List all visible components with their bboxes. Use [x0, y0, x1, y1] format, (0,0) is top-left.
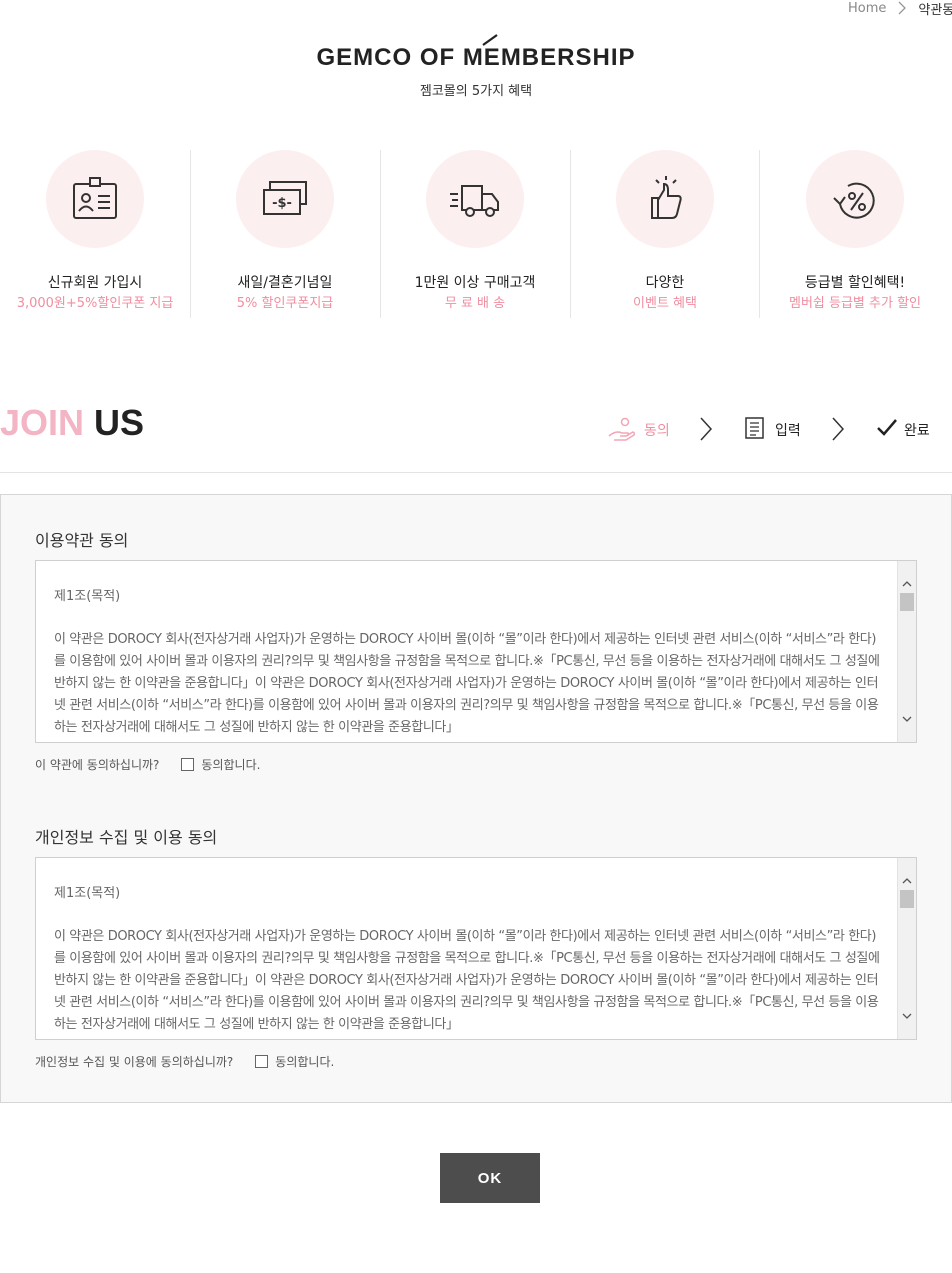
- divider: [0, 472, 952, 473]
- privacy-body-text: 이 약관은 DOROCY 회사(전자상거래 사업자)가 운영하는 DOROCY …: [54, 929, 880, 1032]
- svg-text:-$-: -$-: [272, 196, 292, 211]
- privacy-section-title: 개인정보 수집 및 이용 동의: [35, 828, 218, 847]
- benefit-icon-circle: [616, 150, 714, 248]
- agreement-panel: 이용약관 동의 제1조(목적) 이 약관은 DOROCY 회사(전자상거래 사업…: [0, 494, 952, 1103]
- chevron-right-icon: [700, 417, 713, 441]
- benefit-title: 새일/결혼기념일: [237, 275, 333, 291]
- benefit-title: 신규회원 가입시: [47, 275, 143, 291]
- breadcrumb: Home 약관동의: [848, 0, 952, 18]
- id-card-icon: [73, 177, 117, 219]
- chevron-down-icon[interactable]: [902, 1011, 912, 1021]
- terms-agree-checkbox[interactable]: [181, 757, 195, 771]
- scroll-thumb[interactable]: [900, 890, 914, 908]
- benefit-item: 등급별 할인혜택! 멤버쉽 등급별 추가 할인: [760, 150, 950, 320]
- benefit-icon-circle: [806, 150, 904, 248]
- privacy-agree-label[interactable]: 동의합니다.: [275, 1053, 334, 1070]
- scroll-thumb[interactable]: [900, 593, 914, 611]
- benefits-row: 신규회원 가입시 3,000원+5%할인쿠폰 지급 -$- 새일/결혼기념일 5…: [0, 150, 952, 320]
- discount-percent-icon: [833, 182, 875, 219]
- brand-subtitle: 젬코몰의 5가지 혜택: [419, 84, 533, 99]
- benefit-item: 신규회원 가입시 3,000원+5%할인쿠폰 지급: [0, 150, 190, 320]
- terms-article-heading: 제1조(목적): [54, 589, 121, 604]
- terms-agree-question: 이 약관에 동의하십니까?: [35, 757, 160, 772]
- terms-section-title: 이용약관 동의: [35, 531, 129, 550]
- step-input-label: 입력: [775, 423, 801, 439]
- form-icon: [745, 417, 764, 439]
- terms-scrollbar[interactable]: [897, 561, 916, 742]
- terms-agree-label[interactable]: 동의합니다.: [201, 756, 260, 773]
- hand-agree-icon: [608, 417, 636, 441]
- benefit-item: 다양한 이벤트 혜택: [570, 150, 760, 320]
- privacy-agree-checkbox[interactable]: [255, 1054, 269, 1068]
- benefit-title: 다양한: [645, 275, 685, 291]
- benefit-title: 등급별 할인혜택!: [804, 275, 906, 291]
- privacy-article-heading: 제1조(목적): [54, 886, 121, 901]
- us-word: US: [94, 402, 145, 443]
- terms-textbox[interactable]: 제1조(목적) 이 약관은 DOROCY 회사(전자상거래 사업자)가 운영하는…: [35, 560, 917, 743]
- benefit-desc: 5% 할인쿠폰지급: [236, 296, 334, 311]
- step-complete-label: 완료: [904, 423, 930, 439]
- benefit-icon-circle: [46, 150, 144, 248]
- privacy-scrollbar[interactable]: [897, 858, 916, 1039]
- step-agree-label: 동의: [644, 423, 670, 439]
- chevron-right-icon: [898, 1, 907, 15]
- benefit-title: 1만원 이상 구매고객: [414, 275, 536, 291]
- terms-agree-row: 이 약관에 동의하십니까? 동의합니다.: [35, 755, 260, 773]
- brand-title: GEMCO OF MEMBERSHIP: [316, 44, 636, 71]
- signup-steps: 동의 입력 완료: [606, 414, 936, 444]
- privacy-agree-question: 개인정보 수집 및 이용에 동의하십니까?: [35, 1054, 234, 1069]
- join-word: JOIN: [0, 402, 85, 443]
- chevron-down-icon[interactable]: [902, 714, 912, 724]
- chevron-right-icon: [832, 417, 845, 441]
- benefit-desc: 이벤트 혜택: [633, 296, 697, 311]
- benefit-desc: 멤버쉽 등급별 추가 할인: [789, 296, 921, 311]
- benefit-desc: 무 료 배 송: [444, 296, 506, 311]
- benefit-icon-circle: [426, 150, 524, 248]
- breadcrumb-home-link[interactable]: Home: [848, 1, 886, 16]
- benefit-desc: 3,000원+5%할인쿠폰 지급: [16, 296, 174, 311]
- chevron-up-icon[interactable]: [902, 876, 912, 886]
- breadcrumb-current: 약관동의: [918, 2, 952, 18]
- benefit-item: -$- 새일/결혼기념일 5% 할인쿠폰지급: [190, 150, 380, 320]
- privacy-agree-row: 개인정보 수집 및 이용에 동의하십니까? 동의합니다.: [35, 1052, 334, 1070]
- delivery-truck-icon: [450, 185, 499, 217]
- thumbs-up-icon: [651, 176, 682, 219]
- chevron-up-icon[interactable]: [902, 579, 912, 589]
- privacy-textbox[interactable]: 제1조(목적) 이 약관은 DOROCY 회사(전자상거래 사업자)가 운영하는…: [35, 857, 917, 1040]
- benefit-icon-circle: -$-: [236, 150, 334, 248]
- join-us-heading: JOIN US: [0, 402, 144, 444]
- check-icon: [877, 419, 897, 436]
- money-icon: -$-: [263, 181, 307, 215]
- terms-body-text: 이 약관은 DOROCY 회사(전자상거래 사업자)가 운영하는 DOROCY …: [54, 632, 880, 735]
- benefit-item: 1만원 이상 구매고객 무 료 배 송: [380, 150, 570, 320]
- ok-button[interactable]: OK: [440, 1153, 540, 1203]
